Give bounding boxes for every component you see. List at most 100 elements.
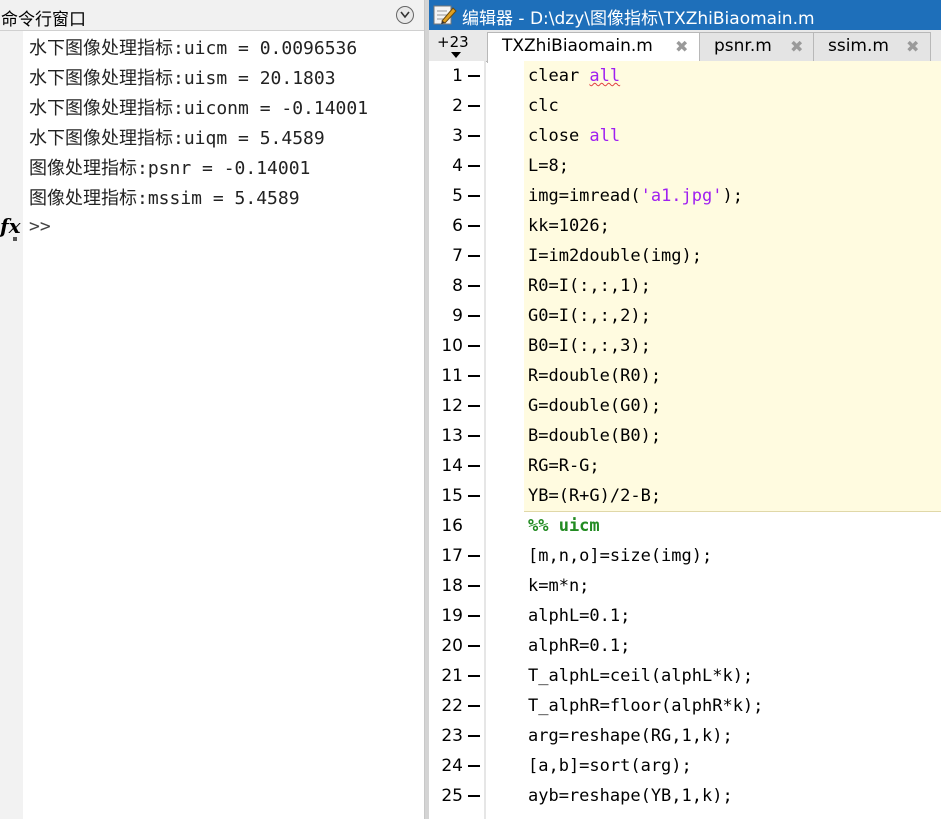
code-line[interactable]: 18 k=m*n; bbox=[429, 571, 941, 601]
command-prompt[interactable]: >> bbox=[29, 216, 51, 237]
output-line: 水下图像处理指标:uism = 20.1803 bbox=[29, 68, 336, 89]
code-token: close bbox=[528, 126, 590, 146]
line-number: 20 bbox=[441, 636, 463, 656]
breakpoint-marker[interactable] bbox=[468, 315, 480, 317]
code-line[interactable]: 1 clear all bbox=[429, 61, 941, 91]
code-token: R0=I(:,:,1); bbox=[528, 276, 651, 296]
command-window-gutter bbox=[0, 31, 23, 819]
command-window-panel: 命令行窗口 水下图像处理指标:uicm = 0.0096536 水下图像处理指标… bbox=[0, 0, 425, 819]
code-line[interactable]: 21 T_alphL=ceil(alphL*k); bbox=[429, 661, 941, 691]
code-text: T_alphL=ceil(alphL*k); bbox=[528, 661, 753, 691]
tab-txzhibiaomain[interactable]: TXZhiBiaomain.m ✖ bbox=[487, 32, 701, 63]
panel-menu-icon[interactable] bbox=[396, 6, 414, 24]
code-line[interactable]: 15 YB=(R+G)/2-B; bbox=[429, 481, 941, 511]
breakpoint-marker[interactable] bbox=[468, 435, 480, 437]
close-icon[interactable]: ✖ bbox=[790, 37, 803, 56]
breakpoint-marker[interactable] bbox=[468, 645, 480, 647]
code-line[interactable]: 10 B0=I(:,:,3); bbox=[429, 331, 941, 361]
code-line[interactable]: 19 alphL=0.1; bbox=[429, 601, 941, 631]
code-line[interactable]: 6 kk=1026; bbox=[429, 211, 941, 241]
breakpoint-marker[interactable] bbox=[468, 615, 480, 617]
breakpoint-marker[interactable] bbox=[468, 165, 480, 167]
breakpoint-marker[interactable] bbox=[468, 495, 480, 497]
code-line[interactable]: 23 arg=reshape(RG,1,k); bbox=[429, 721, 941, 751]
line-number: 8 bbox=[452, 276, 463, 296]
breakpoint-marker[interactable] bbox=[468, 135, 480, 137]
line-number: 18 bbox=[441, 576, 463, 596]
breakpoint-marker[interactable] bbox=[468, 285, 480, 287]
code-line[interactable]: 12 G=double(G0); bbox=[429, 391, 941, 421]
code-text: T_alphR=floor(alphR*k); bbox=[528, 691, 763, 721]
line-number: 17 bbox=[441, 546, 463, 566]
code-token: alphL=0.1; bbox=[528, 606, 631, 626]
output-line: 图像处理指标:mssim = 5.4589 bbox=[29, 188, 300, 209]
breakpoint-marker[interactable] bbox=[468, 555, 480, 557]
code-line[interactable]: 4 L=8; bbox=[429, 151, 941, 181]
code-line[interactable]: 8 R0=I(:,:,1); bbox=[429, 271, 941, 301]
code-line[interactable]: 14 RG=R-G; bbox=[429, 451, 941, 481]
breakpoint-marker[interactable] bbox=[468, 465, 480, 467]
line-number: 23 bbox=[441, 726, 463, 746]
breakpoint-marker[interactable] bbox=[468, 375, 480, 377]
code-line[interactable]: 22 T_alphR=floor(alphR*k); bbox=[429, 691, 941, 721]
breakpoint-marker[interactable] bbox=[468, 225, 480, 227]
line-number: 1 bbox=[452, 66, 463, 86]
close-icon[interactable]: ✖ bbox=[675, 37, 688, 56]
line-number: 14 bbox=[441, 456, 463, 476]
breakpoint-marker[interactable] bbox=[468, 255, 480, 257]
breakpoint-marker[interactable] bbox=[468, 675, 480, 677]
line-number: 24 bbox=[441, 756, 463, 776]
breakpoint-marker[interactable] bbox=[468, 75, 480, 77]
code-token: clear bbox=[528, 66, 590, 86]
breakpoint-marker[interactable] bbox=[468, 585, 480, 587]
breakpoint-marker[interactable] bbox=[468, 765, 480, 767]
code-text: R=double(R0); bbox=[528, 361, 661, 391]
output-line: 图像处理指标:psnr = -0.14001 bbox=[29, 158, 311, 179]
code-line[interactable]: 11 R=double(R0); bbox=[429, 361, 941, 391]
close-icon[interactable]: ✖ bbox=[906, 37, 919, 56]
code-line[interactable]: 25 ayb=reshape(YB,1,k); bbox=[429, 781, 941, 811]
code-text: img=imread('a1.jpg'); bbox=[528, 181, 743, 211]
line-number: 10 bbox=[441, 336, 463, 356]
code-text: R0=I(:,:,1); bbox=[528, 271, 651, 301]
code-line[interactable]: 7 I=im2double(img); bbox=[429, 241, 941, 271]
code-token: img=imread( bbox=[528, 186, 641, 206]
code-text: clear all bbox=[528, 61, 620, 91]
breakpoint-marker[interactable] bbox=[468, 795, 480, 797]
code-token: R=double(R0); bbox=[528, 366, 662, 386]
code-text: I=im2double(img); bbox=[528, 241, 702, 271]
breakpoint-marker[interactable] bbox=[468, 405, 480, 407]
tab-ssim[interactable]: ssim.m ✖ bbox=[813, 32, 931, 61]
code-token: T_alphR=floor(alphR*k); bbox=[528, 696, 764, 716]
string-token: 'a1.jpg' bbox=[640, 186, 723, 206]
code-text: ayb=reshape(YB,1,k); bbox=[528, 781, 733, 811]
breakpoint-marker[interactable] bbox=[468, 705, 480, 707]
code-line[interactable]: 16 %% uicm bbox=[429, 511, 941, 541]
function-browser-icon[interactable]: fx bbox=[0, 214, 21, 238]
tab-psnr[interactable]: psnr.m ✖ bbox=[699, 32, 815, 61]
code-line[interactable]: 3 close all bbox=[429, 121, 941, 151]
code-token: arg=reshape(RG,1,k); bbox=[528, 726, 733, 746]
breakpoint-marker[interactable] bbox=[468, 345, 480, 347]
code-token: ); bbox=[722, 186, 743, 206]
breakpoint-marker[interactable] bbox=[468, 105, 480, 107]
more-tabs-button[interactable]: +23 bbox=[437, 33, 469, 51]
code-line[interactable]: 13 B=double(B0); bbox=[429, 421, 941, 451]
code-text: %% uicm bbox=[528, 511, 600, 541]
code-line[interactable]: 2 clc bbox=[429, 91, 941, 121]
code-area[interactable]: 1 clear all 2 clc 3 close all 4 L=8; 5 img=imread… bbox=[429, 61, 941, 819]
code-token: B0=I(:,:,3); bbox=[528, 336, 651, 356]
code-line[interactable]: 20 alphR=0.1; bbox=[429, 631, 941, 661]
more-tabs-arrow-icon[interactable] bbox=[451, 52, 461, 58]
code-line[interactable]: 5 img=imread('a1.jpg'); bbox=[429, 181, 941, 211]
breakpoint-marker[interactable] bbox=[468, 195, 480, 197]
breakpoint-marker[interactable] bbox=[468, 735, 480, 737]
output-line: 水下图像处理指标:uiqm = 5.4589 bbox=[29, 128, 325, 149]
code-token: T_alphL=ceil(alphL*k); bbox=[528, 666, 754, 686]
code-line[interactable]: 17 [m,n,o]=size(img); bbox=[429, 541, 941, 571]
code-token: RG=R-G; bbox=[528, 456, 600, 476]
code-line[interactable]: 24 [a,b]=sort(arg); bbox=[429, 751, 941, 781]
code-line[interactable]: 9 G0=I(:,:,2); bbox=[429, 301, 941, 331]
code-text: L=8; bbox=[528, 151, 569, 181]
code-text: alphR=0.1; bbox=[528, 631, 630, 661]
